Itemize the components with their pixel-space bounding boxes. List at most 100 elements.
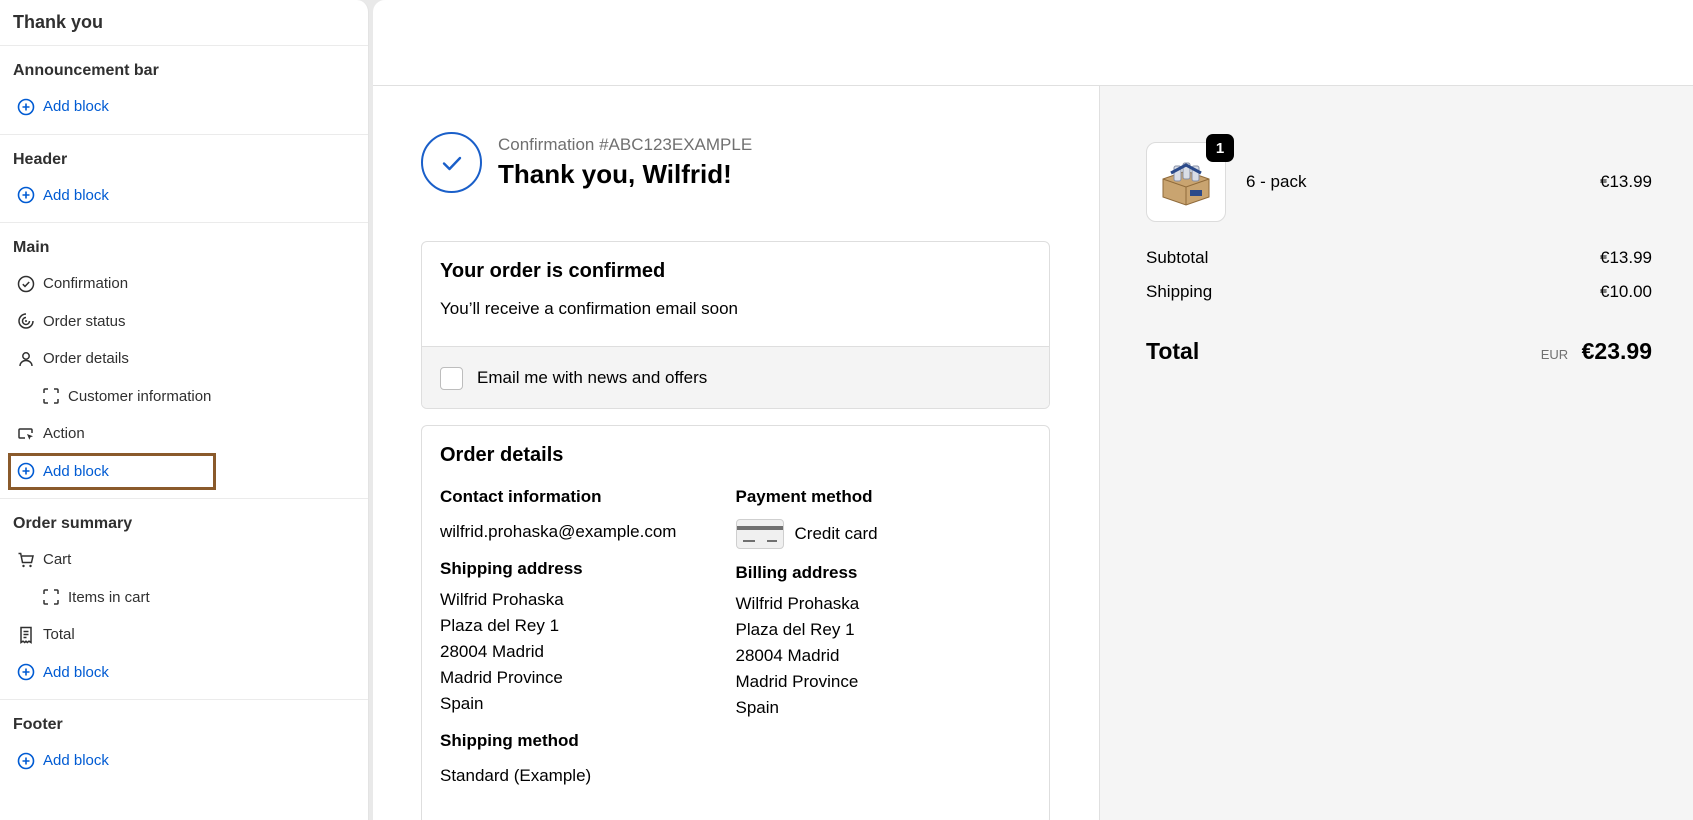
- cart-icon: [17, 551, 35, 569]
- email-opt-in-row[interactable]: Email me with news and offers: [422, 346, 1049, 408]
- status-spiral-icon: [17, 312, 35, 330]
- check-circle-icon: [421, 132, 482, 193]
- shipping-label: Shipping: [1146, 282, 1213, 301]
- subtotal-row: Subtotal €13.99: [1146, 248, 1652, 268]
- sidebar-item-label: Order status: [43, 312, 126, 330]
- sidebar-item-label: Items in cart: [68, 588, 150, 606]
- order-confirmed-card: Your order is confirmed You’ll receive a…: [421, 241, 1050, 409]
- plus-circle-icon: [17, 462, 35, 480]
- sidebar-item-label: Cart: [43, 551, 72, 569]
- order-details-left-column: Contact information wilfrid.prohaska@exa…: [440, 487, 736, 803]
- shipping-address-line: 28004 Madrid: [440, 642, 544, 661]
- total-row: Total EUR €23.99: [1146, 338, 1652, 365]
- subtotal-label: Subtotal: [1146, 248, 1209, 267]
- email-opt-in-label: Email me with news and offers: [477, 368, 708, 387]
- order-details-right-column: Payment method Credit card Billing addre…: [735, 487, 1032, 803]
- sidebar-item-confirmation[interactable]: Confirmation: [0, 265, 368, 303]
- billing-address-line: Madrid Province: [735, 672, 859, 691]
- plus-circle-icon: [17, 663, 35, 681]
- shipping-method-value: Standard (Example): [440, 766, 592, 785]
- section-footer: Footer Add block: [0, 700, 368, 788]
- product-thumbnail: 1: [1146, 134, 1234, 222]
- shipping-address-line: Madrid Province: [440, 668, 563, 687]
- add-block-button[interactable]: Add block: [0, 654, 368, 692]
- sidebar-title: Thank you: [0, 0, 368, 46]
- order-summary-panel: 1 6 - pack €13.99 Subtotal €13.99 Shippi…: [1099, 86, 1693, 820]
- section-announcement-bar: Announcement bar Add block: [0, 46, 368, 135]
- section-heading[interactable]: Footer: [0, 710, 368, 742]
- theme-editor-sidebar: Thank you Announcement bar Add block Hea…: [0, 0, 369, 820]
- checkout-preview: Confirmation #ABC123EXAMPLE Thank you, W…: [373, 0, 1693, 820]
- plus-circle-icon: [17, 98, 35, 116]
- add-block-label: Add block: [43, 752, 109, 770]
- product-name: 6 - pack: [1246, 172, 1307, 191]
- contact-information-label: Contact information: [440, 487, 602, 506]
- cursor-button-icon: [17, 425, 35, 443]
- thank-you-heading: Thank you, Wilfrid!: [498, 159, 732, 189]
- subtotal-value: €13.99: [1600, 248, 1652, 267]
- add-block-button[interactable]: Add block: [0, 177, 368, 215]
- email-opt-in-checkbox[interactable]: [440, 366, 463, 390]
- sidebar-item-action[interactable]: Action: [0, 415, 368, 453]
- confirmation-number: Confirmation #ABC123EXAMPLE: [498, 135, 753, 154]
- add-block-button[interactable]: Add block: [0, 88, 368, 126]
- section-heading[interactable]: Announcement bar: [0, 56, 368, 88]
- shipping-value: €10.00: [1600, 282, 1652, 301]
- preview-main: Confirmation #ABC123EXAMPLE Thank you, W…: [373, 86, 1099, 820]
- preview-header: [373, 0, 1693, 86]
- section-header: Header Add block: [0, 135, 368, 223]
- shipping-address-line: Plaza del Rey 1: [440, 616, 560, 635]
- check-circle-icon: [17, 275, 35, 293]
- contact-email: wilfrid.prohaska@example.com: [440, 522, 677, 541]
- section-order-summary: Order summary Cart Items in cart Total A…: [0, 499, 368, 700]
- section-heading[interactable]: Order summary: [0, 509, 368, 541]
- order-details-title: Order details: [440, 444, 564, 466]
- sidebar-item-label: Action: [43, 425, 85, 443]
- add-block-label: Add block: [43, 663, 109, 681]
- add-block-label: Add block: [43, 98, 109, 116]
- sidebar-item-order-details[interactable]: Order details: [0, 340, 368, 378]
- credit-card-icon: [735, 519, 784, 549]
- plus-circle-icon: [17, 752, 35, 770]
- add-block-label: Add block: [43, 186, 109, 204]
- billing-address-line: Wilfrid Prohaska: [735, 594, 860, 613]
- currency-code: EUR: [1540, 347, 1569, 362]
- shipping-address-line: Spain: [440, 694, 484, 713]
- shipping-row: Shipping €10.00: [1146, 282, 1652, 302]
- sidebar-item-label: Total: [43, 626, 75, 644]
- payment-method-label: Payment method: [735, 487, 873, 506]
- section-heading[interactable]: Header: [0, 145, 368, 177]
- section-main: Main Confirmation Order status Order det…: [0, 223, 368, 499]
- sidebar-item-label: Confirmation: [43, 275, 129, 293]
- total-label: Total: [1146, 338, 1200, 364]
- section-heading[interactable]: Main: [0, 233, 368, 265]
- billing-address-line: 28004 Madrid: [735, 646, 840, 665]
- sidebar-item-label: Customer information: [68, 387, 212, 405]
- sidebar-item-order-status[interactable]: Order status: [0, 303, 368, 341]
- add-block-button-main[interactable]: Add block: [8, 452, 216, 490]
- dashed-frame-icon: [42, 387, 60, 405]
- total-value: €23.99: [1581, 338, 1652, 364]
- payment-method-value: Credit card: [794, 524, 878, 543]
- add-block-button[interactable]: Add block: [0, 742, 368, 780]
- sidebar-item-cart[interactable]: Cart: [0, 541, 368, 579]
- billing-address-line: Plaza del Rey 1: [735, 620, 855, 639]
- receipt-icon: [17, 626, 35, 644]
- product-box-image: [1162, 162, 1210, 206]
- quantity-badge: 1: [1206, 134, 1234, 162]
- sidebar-item-total[interactable]: Total: [0, 616, 368, 654]
- order-details-card: Order details Contact information wilfri…: [421, 425, 1050, 820]
- person-icon: [17, 350, 35, 368]
- billing-address-label: Billing address: [735, 563, 858, 582]
- confirmation-heading: Confirmation #ABC123EXAMPLE Thank you, W…: [421, 132, 752, 193]
- shipping-address-label: Shipping address: [440, 559, 583, 578]
- shipping-method-label: Shipping method: [440, 731, 579, 750]
- plus-circle-icon: [17, 186, 35, 204]
- product-price: €13.99: [1600, 172, 1652, 191]
- order-confirmed-title: Your order is confirmed: [440, 260, 666, 282]
- cart-line-item: 1 6 - pack €13.99: [1146, 134, 1652, 222]
- sidebar-item-label: Order details: [43, 350, 129, 368]
- sidebar-item-items-in-cart[interactable]: Items in cart: [0, 579, 368, 617]
- sidebar-item-customer-information[interactable]: Customer information: [0, 378, 368, 416]
- dashed-frame-icon: [42, 588, 60, 606]
